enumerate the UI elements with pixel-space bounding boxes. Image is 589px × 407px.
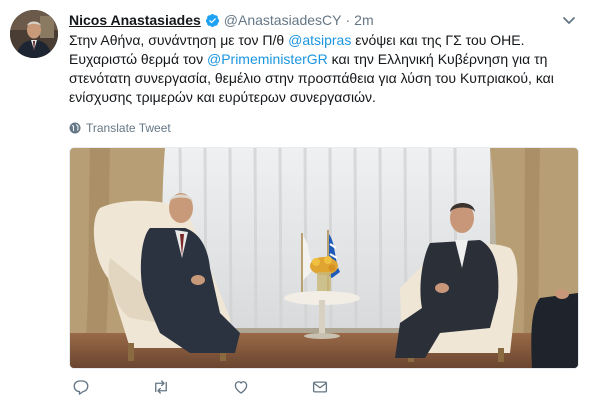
mention-link[interactable]: @PrimeministerGR <box>207 51 328 67</box>
envelope-icon[interactable] <box>308 375 332 399</box>
tweet-text: Στην Αθήνα, συνάντηση με τον Π/θ @atsipr… <box>69 31 577 107</box>
tweet-text-segment: Ευχαριστώ θερμά τον <box>69 51 207 67</box>
retweet-icon[interactable] <box>149 375 173 399</box>
globe-icon <box>69 122 81 134</box>
author-name[interactable]: Nicos Anastasiades <box>69 12 201 28</box>
translate-tweet-link[interactable]: Translate Tweet <box>69 119 171 137</box>
separator-dot: · <box>345 12 351 28</box>
mention-link[interactable]: @atsipras <box>288 32 351 48</box>
heart-icon[interactable] <box>229 375 253 399</box>
tweet-paragraph-2: Ευχαριστώ θερμά τον @PrimeministerGR και… <box>69 50 577 107</box>
tweet-text-segment: ενόψει και της ΓΣ του ΟΗΕ. <box>351 32 525 48</box>
avatar-photo <box>10 10 58 58</box>
tweet-photo[interactable] <box>69 147 579 369</box>
tweet-paragraph-1: Στην Αθήνα, συνάντηση με τον Π/θ @atsipr… <box>69 31 577 50</box>
translate-label: Translate Tweet <box>86 121 171 135</box>
reply-icon[interactable] <box>69 375 93 399</box>
tweet-text-segment: Στην Αθήνα, συνάντηση με τον Π/θ <box>69 32 289 48</box>
tweet-timestamp[interactable]: 2m <box>354 12 373 28</box>
tweet-header: Nicos Anastasiades @AnastasiadesCY · 2m <box>69 10 549 30</box>
chevron-down-icon[interactable] <box>561 12 577 28</box>
meeting-photo <box>70 148 578 368</box>
verified-badge-icon <box>205 13 220 28</box>
tweet-card[interactable]: Nicos Anastasiades @AnastasiadesCY · 2m … <box>0 0 589 407</box>
author-handle[interactable]: @AnastasiadesCY <box>224 12 342 28</box>
tweet-actions <box>69 375 577 399</box>
author-avatar[interactable] <box>10 10 58 58</box>
